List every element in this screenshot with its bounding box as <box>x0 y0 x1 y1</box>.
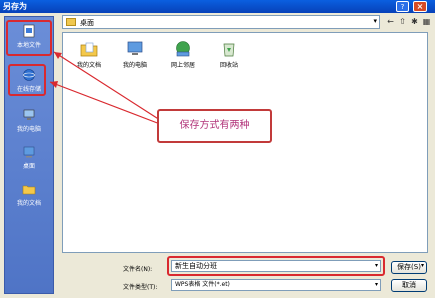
filename-label: 文件名(N): <box>123 266 153 273</box>
annotation-callout: 保存方式有两种 <box>157 109 272 143</box>
arrow-to-online-storage <box>49 81 161 125</box>
save-dropdown-arrow[interactable]: ▾ <box>421 262 424 269</box>
save-button-label: 保存(S) <box>397 263 421 271</box>
annotation-arrows <box>49 51 161 125</box>
cancel-button-label: 取消 <box>402 281 416 289</box>
filetype-value: WPS表格 文件(*.et) <box>175 281 230 288</box>
arrowhead-local-file <box>54 52 62 59</box>
chevron-down-icon[interactable]: ▾ <box>375 280 378 290</box>
cancel-button[interactable]: 取消 <box>391 279 427 292</box>
filetype-select[interactable]: WPS表格 文件(*.et) ▾ <box>171 279 381 291</box>
filetype-label: 文件类型(T): <box>123 284 158 291</box>
annotation-box-filename <box>167 256 385 276</box>
arrowhead-online-storage <box>50 81 58 88</box>
arrow-to-local-file <box>53 51 161 121</box>
